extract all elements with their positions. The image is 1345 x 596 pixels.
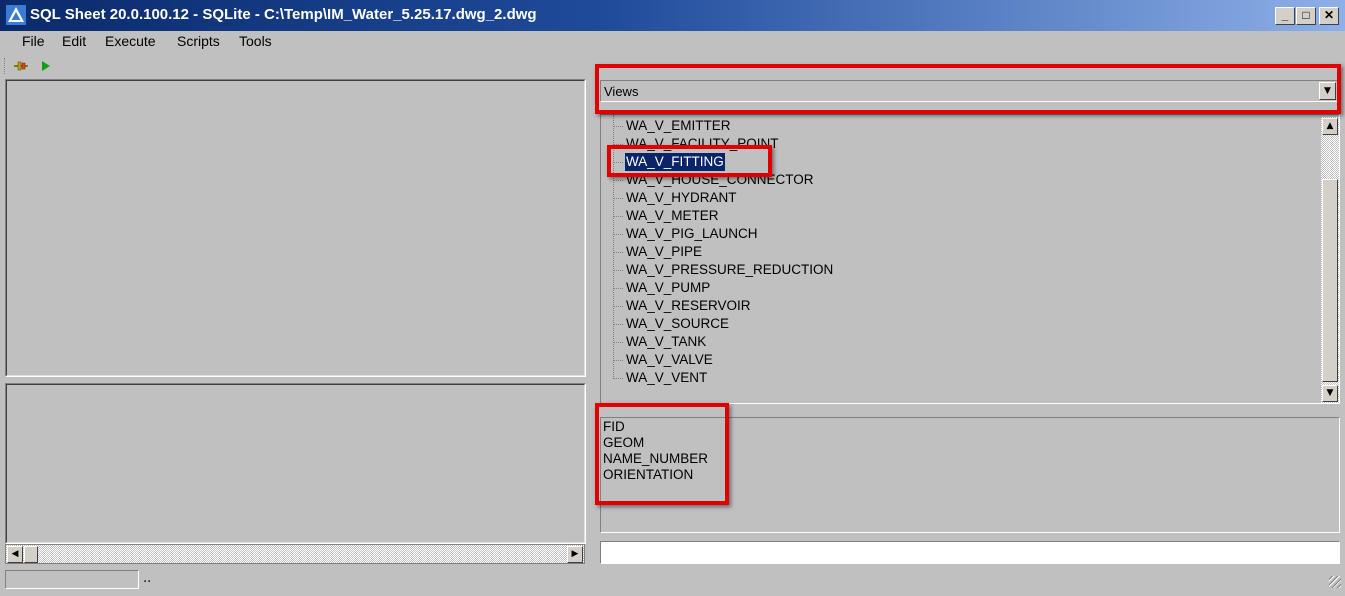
tree-vertical-scrollbar[interactable]: ▲ ▼ <box>1321 117 1339 403</box>
status-pane <box>5 570 139 589</box>
scroll-thumb[interactable] <box>1322 179 1338 382</box>
window-title: SQL Sheet 20.0.100.12 - SQLite - C:\Temp… <box>30 6 537 23</box>
toolbar-grip[interactable] <box>4 58 7 74</box>
tree-item[interactable]: WA_V_HOUSE_CONNECTOR <box>625 171 815 189</box>
scroll-down-button[interactable]: ▼ <box>1322 385 1338 402</box>
status-text: .. <box>143 571 152 586</box>
scroll-up-button[interactable]: ▲ <box>1322 118 1338 135</box>
list-item[interactable]: GEOM <box>603 435 644 451</box>
scroll-left-button[interactable]: ◀ <box>7 546 23 563</box>
minimize-button[interactable]: _ <box>1275 7 1295 25</box>
connect-icon[interactable] <box>13 58 29 74</box>
menu-scripts[interactable]: Scripts <box>177 33 220 49</box>
resize-grip-icon[interactable] <box>1329 576 1341 588</box>
tree-item[interactable]: WA_V_METER <box>625 207 720 225</box>
app-icon <box>6 5 26 25</box>
results-horizontal-scrollbar[interactable]: ◀ ▶ <box>5 544 585 564</box>
scroll-right-button[interactable]: ▶ <box>567 546 583 563</box>
tree-item[interactable]: WA_V_PUMP <box>625 279 711 297</box>
sql-editor-area[interactable] <box>6 80 585 376</box>
tree-item[interactable]: WA_V_EMITTER <box>625 117 732 135</box>
tree-item[interactable]: WA_V_VALVE <box>625 351 714 369</box>
object-type-value: Views <box>604 84 639 99</box>
fields-list[interactable]: FID GEOM NAME_NUMBER ORIENTATION <box>600 417 1340 533</box>
scroll-thumb[interactable] <box>24 546 38 563</box>
tree-item[interactable]: WA_V_VENT <box>625 369 708 387</box>
tree-item[interactable]: WA_V_RESERVOIR <box>625 297 752 315</box>
sql-sheet-window: SQL Sheet 20.0.100.12 - SQLite - C:\Temp… <box>0 0 1345 596</box>
title-bar[interactable]: SQL Sheet 20.0.100.12 - SQLite - C:\Temp… <box>0 0 1345 31</box>
filter-input[interactable] <box>600 541 1340 564</box>
sql-editor-panel[interactable] <box>5 79 586 377</box>
maximize-button[interactable]: □ <box>1296 7 1316 25</box>
tree-item[interactable]: WA_V_PRESSURE_REDUCTION <box>625 261 834 279</box>
menu-edit[interactable]: Edit <box>62 33 86 49</box>
tree-item[interactable]: WA_V_SOURCE <box>625 315 730 333</box>
tree-line <box>613 115 614 377</box>
list-item[interactable]: ORIENTATION <box>603 467 693 483</box>
views-tree[interactable]: WA_V_EMITTER WA_V_FACILITY_POINT WA_V_FI… <box>600 114 1340 404</box>
results-panel[interactable] <box>5 383 586 544</box>
menu-bar: File Edit Execute Scripts Tools <box>0 31 1345 53</box>
tree-item[interactable]: WA_V_HYDRANT <box>625 189 738 207</box>
close-button[interactable]: ✕ <box>1319 7 1339 25</box>
status-bar: .. <box>0 568 1345 596</box>
tree-item[interactable]: WA_V_PIPE <box>625 243 703 261</box>
menu-file[interactable]: File <box>22 33 45 49</box>
results-area[interactable] <box>6 384 585 543</box>
menu-execute[interactable]: Execute <box>105 33 156 49</box>
run-icon[interactable] <box>38 58 54 74</box>
list-item[interactable]: FID <box>603 419 625 435</box>
list-item[interactable]: NAME_NUMBER <box>603 451 708 467</box>
tree-item[interactable]: WA_V_TANK <box>625 333 707 351</box>
menu-tools[interactable]: Tools <box>239 33 272 49</box>
tree-item[interactable]: WA_V_PIG_LAUNCH <box>625 225 759 243</box>
object-type-select[interactable]: Views ▼ <box>600 80 1338 102</box>
chevron-down-icon[interactable]: ▼ <box>1319 82 1336 100</box>
tree-item-selected[interactable]: WA_V_FITTING <box>624 152 726 172</box>
tree-item[interactable]: WA_V_FACILITY_POINT <box>625 135 780 153</box>
toolbar <box>0 55 590 77</box>
